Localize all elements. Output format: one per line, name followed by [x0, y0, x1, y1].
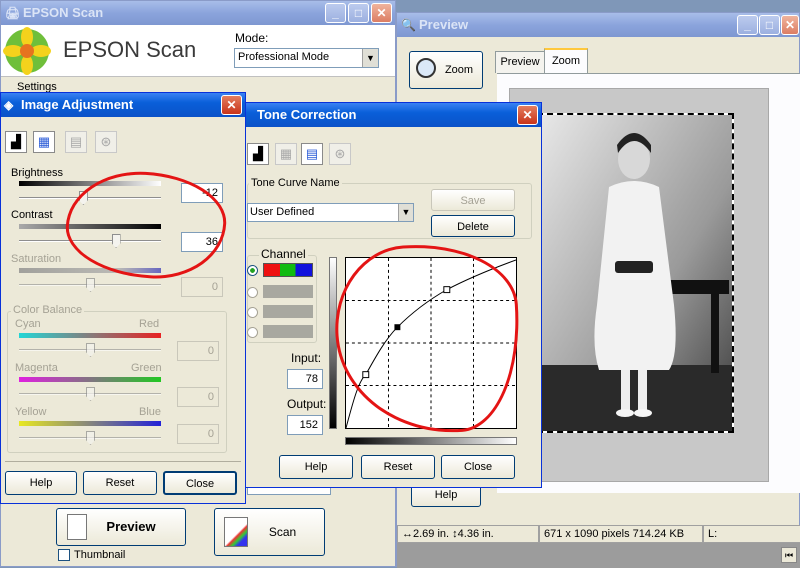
saturation-slider-thumb[interactable] — [86, 278, 95, 292]
preview-titlebar[interactable]: 🔍 Preview _ □ ✕ — [397, 13, 799, 37]
color-palette-icon[interactable]: ▤ — [301, 143, 323, 165]
image-adjustment-close-icon[interactable]: ✕ — [221, 95, 242, 115]
blue-label: Blue — [139, 406, 162, 418]
brightness-label: Brightness — [11, 167, 63, 179]
channel-swatch-3[interactable] — [263, 305, 313, 318]
mode-select-value: Professional Mode — [238, 51, 330, 63]
mode-label: Mode: — [235, 31, 269, 45]
magenta-green-value-field[interactable]: 0 — [177, 387, 219, 407]
tab-zoom[interactable]: Zoom — [544, 48, 588, 73]
epson-titlebar[interactable]: 🖨 EPSON Scan _ □ ✕ — [1, 1, 395, 25]
image-adjustment-titlebar[interactable]: ◈ Image Adjustment ✕ — [1, 93, 245, 117]
tone-reset-button[interactable]: Reset — [361, 455, 435, 479]
epson-logo-text: EPSON Scan — [63, 37, 197, 62]
ia-color-wheel-icon[interactable]: ⊛ — [95, 131, 117, 153]
preview-pane[interactable] — [497, 73, 800, 493]
tone-curve-name-label: Tone Curve Name — [249, 177, 342, 189]
epson-header-banner: EPSON Scan Mode: Professional Mode ▼ — [1, 25, 395, 77]
thumbnail-label: Thumbnail — [74, 549, 126, 561]
ia-close-button[interactable]: Close — [163, 471, 237, 495]
document-icon — [67, 514, 87, 540]
tab-preview[interactable]: Preview — [495, 51, 545, 73]
zoom-button[interactable]: Zoom — [409, 51, 483, 89]
flower-logo-icon — [3, 27, 51, 75]
channel-radio-3[interactable] — [247, 307, 258, 318]
width-arrow-icon: ↔ — [402, 528, 413, 540]
status-pixels: 671 x 1090 pixels 714.24 KB — [539, 525, 703, 543]
tone-curve-name-select[interactable]: User Defined ▼ — [247, 203, 414, 222]
tone-close-button[interactable]: Close — [441, 455, 515, 479]
input-value-field[interactable]: 78 — [287, 369, 323, 389]
contrast-label: Contrast — [11, 209, 53, 221]
green-label: Green — [131, 362, 162, 374]
image-adjust-icon[interactable]: ▦ — [275, 143, 297, 165]
preview-bottom-bar — [397, 543, 800, 568]
scanned-photo — [539, 115, 732, 431]
ia-image-adjust-icon[interactable]: ▦ — [33, 131, 55, 153]
preview-app-icon: 🔍 — [401, 18, 416, 32]
photo-marquee[interactable] — [537, 113, 734, 433]
epson-window-title: EPSON Scan — [23, 5, 104, 20]
color-wheel-icon[interactable]: ⊛ — [329, 143, 351, 165]
preview-window-title: Preview — [419, 17, 469, 32]
preview-minimize-button[interactable]: _ — [737, 15, 758, 35]
preview-button[interactable]: Preview — [56, 508, 186, 546]
yellow-blue-value-field[interactable]: 0 — [177, 424, 219, 444]
input-label: Input: — [291, 351, 322, 365]
tone-close-icon[interactable]: ✕ — [517, 105, 538, 125]
input-gradient-bar — [345, 437, 517, 445]
preview-close-icon[interactable]: ✕ — [781, 15, 799, 35]
scroll-start-icon[interactable]: ⏮ — [781, 547, 797, 563]
magenta-label: Magenta — [15, 362, 58, 374]
saturation-label: Saturation — [11, 253, 62, 265]
ia-palette-icon[interactable]: ▤ — [65, 131, 87, 153]
scan-button[interactable]: Scan — [214, 508, 325, 556]
yellow-label: Yellow — [15, 406, 47, 418]
channel-swatch-2[interactable] — [263, 285, 313, 298]
close-icon[interactable]: ✕ — [371, 3, 392, 23]
delete-button[interactable]: Delete — [431, 215, 515, 237]
mode-select[interactable]: Professional Mode ▼ — [234, 48, 379, 68]
histogram-icon[interactable]: ▟ — [247, 143, 269, 165]
preview-maximize-button[interactable]: □ — [759, 15, 780, 35]
magnifier-icon — [416, 58, 436, 78]
cyan-label: Cyan — [15, 318, 41, 330]
tone-correction-titlebar[interactable]: Tone Correction ✕ — [227, 103, 541, 127]
red-label: Red — [139, 318, 160, 330]
ia-help-button[interactable]: Help — [5, 471, 77, 495]
yellow-blue-gradient — [19, 421, 161, 426]
cyan-red-gradient — [19, 333, 161, 338]
magenta-green-gradient — [19, 377, 161, 382]
status-dimensions: ↔2.69 in. ↕4.36 in. — [397, 525, 539, 543]
scan-document-icon — [224, 517, 248, 547]
save-button[interactable]: Save — [431, 189, 515, 211]
tone-correction-title: Tone Correction — [257, 107, 357, 122]
ia-reset-button[interactable]: Reset — [83, 471, 157, 495]
channel-label: Channel — [259, 247, 308, 261]
channel-rgb-swatch[interactable] — [263, 263, 313, 277]
ia-histogram-icon[interactable]: ▟ — [5, 131, 27, 153]
channel-radio-4[interactable] — [247, 327, 258, 338]
tone-chevron-down-icon[interactable]: ▼ — [398, 204, 413, 221]
image-adjustment-app-icon: ◈ — [4, 98, 14, 112]
tone-help-button[interactable]: Help — [279, 455, 353, 479]
output-value-field[interactable]: 152 — [287, 415, 323, 435]
output-label: Output: — [287, 397, 327, 411]
image-adjustment-title: Image Adjustment — [21, 97, 134, 112]
chevron-down-icon[interactable]: ▼ — [362, 49, 378, 67]
cyan-red-value-field[interactable]: 0 — [177, 341, 219, 361]
color-balance-label: Color Balance — [11, 304, 85, 316]
status-l: L: — [703, 525, 800, 543]
channel-radio-2[interactable] — [247, 287, 258, 298]
ia-divider — [5, 461, 241, 462]
maximize-button[interactable]: □ — [348, 3, 369, 23]
channel-swatch-4[interactable] — [263, 325, 313, 338]
thumbnail-checkbox[interactable] — [58, 549, 70, 561]
epson-app-icon: 🖨 — [5, 6, 21, 20]
minimize-button[interactable]: _ — [325, 3, 346, 23]
channel-radio-rgb[interactable] — [247, 265, 258, 276]
image-adjustment-window: ◈ Image Adjustment ✕ ▟ ▦ ▤ ⊛ Brightness … — [0, 92, 246, 504]
saturation-value-field[interactable]: 0 — [181, 277, 223, 297]
